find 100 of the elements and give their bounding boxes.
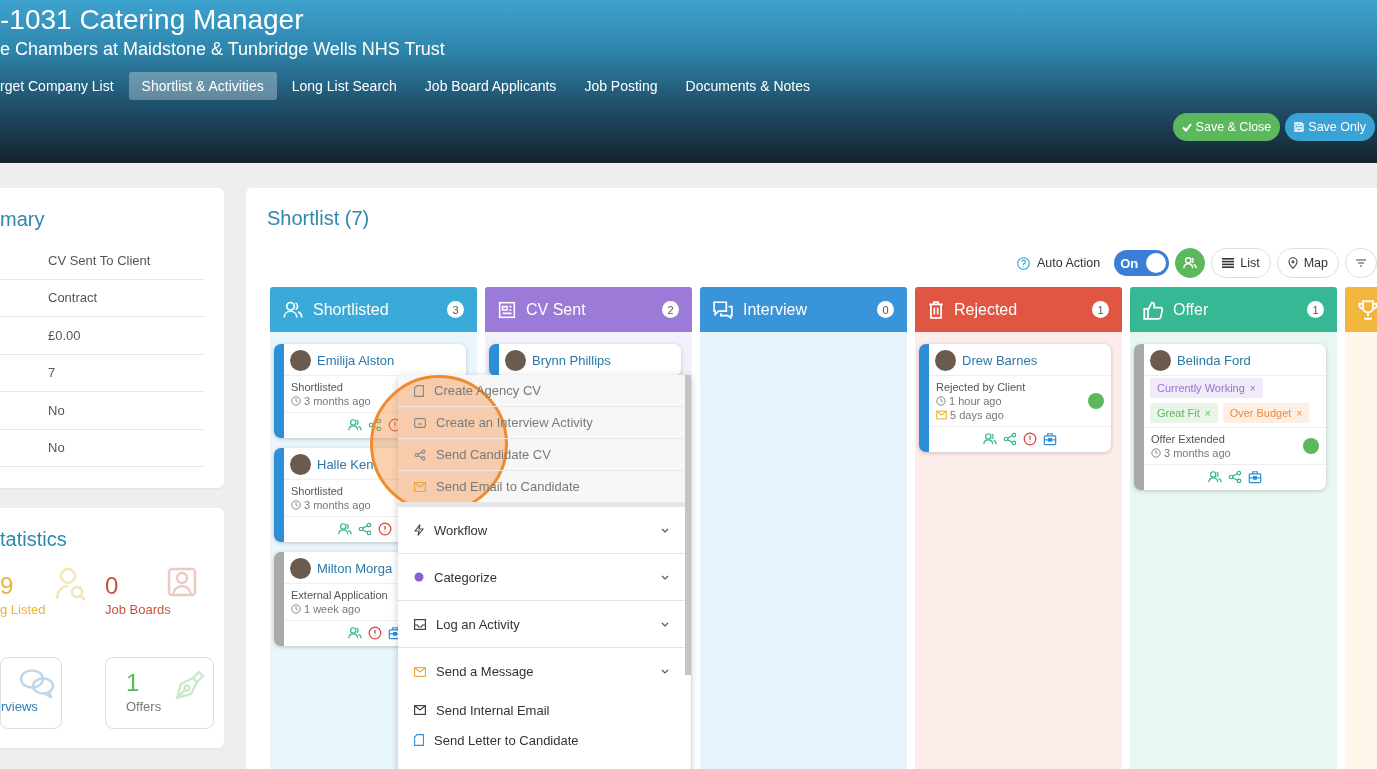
time-ago: 3 months ago bbox=[304, 395, 371, 407]
list-icon bbox=[1222, 258, 1235, 268]
candidate-name[interactable]: Belinda Ford bbox=[1177, 353, 1251, 368]
floppy-disk-icon bbox=[1294, 122, 1305, 132]
candidate-name[interactable]: Drew Barnes bbox=[962, 353, 1038, 368]
profile-card-icon bbox=[167, 567, 197, 599]
people-icon bbox=[1183, 256, 1198, 270]
document-icon bbox=[498, 300, 516, 319]
user-search-icon bbox=[55, 567, 87, 601]
nav-tab[interactable]: rget Company List bbox=[0, 72, 127, 100]
dot-icon bbox=[414, 572, 424, 582]
alert-icon[interactable] bbox=[368, 626, 382, 640]
filter-button[interactable] bbox=[1345, 248, 1377, 278]
time-ago: 1 week ago bbox=[304, 603, 361, 615]
clock-icon bbox=[291, 604, 301, 614]
clock-icon bbox=[291, 500, 301, 510]
alert-icon[interactable] bbox=[1023, 432, 1037, 446]
time-ago: 3 months ago bbox=[1164, 447, 1231, 459]
map-button[interactable]: Map bbox=[1276, 248, 1339, 278]
column-title: Rejected bbox=[954, 300, 1019, 319]
avatar bbox=[505, 350, 526, 371]
nav-tab[interactable]: Shortlist & Activities bbox=[128, 72, 277, 100]
nav-tab[interactable]: Long List Search bbox=[278, 72, 410, 100]
chevron-down-icon bbox=[661, 669, 669, 674]
nav-tab[interactable]: Job Posting bbox=[571, 72, 671, 100]
chat-bubbles-icon bbox=[19, 668, 55, 698]
document-icon bbox=[414, 384, 424, 397]
alert-icon[interactable] bbox=[378, 522, 392, 536]
avatar bbox=[1150, 350, 1171, 371]
candidate-name[interactable]: Halle Ken bbox=[317, 457, 374, 472]
avatar bbox=[935, 350, 956, 371]
candidate-card[interactable]: Belinda Ford Currently Working × Great Fit × Over Budget × Offer Extended 3 months ago bbox=[1134, 344, 1326, 490]
summary-value: No bbox=[48, 440, 65, 456]
nav-tab[interactable]: Job Board Applicants bbox=[411, 72, 570, 100]
trophy-icon bbox=[1358, 299, 1377, 320]
client-name: e Chambers at Maidstone & Tunbridge Wells NHS Trust bbox=[0, 38, 446, 61]
stat-tile[interactable]: rviews bbox=[0, 657, 62, 729]
board-title: Shortlist (7) bbox=[266, 206, 371, 231]
menu-section[interactable]: Categorize bbox=[398, 554, 685, 601]
map-pin-icon bbox=[1287, 257, 1298, 269]
share-icon[interactable] bbox=[1228, 470, 1242, 484]
tag: Over Budget × bbox=[1222, 403, 1310, 423]
share-icon[interactable] bbox=[358, 522, 372, 536]
people-icon[interactable] bbox=[1208, 470, 1222, 484]
auto-action-toggle[interactable]: On bbox=[1114, 250, 1170, 276]
candidate-name[interactable]: Brynn Phillips bbox=[532, 353, 611, 368]
trash-icon bbox=[928, 300, 944, 319]
stat-label: g Listed bbox=[0, 602, 46, 617]
summary-value: No bbox=[48, 402, 65, 418]
briefcase-icon[interactable] bbox=[1248, 470, 1262, 484]
calendar-icon bbox=[414, 417, 426, 428]
candidate-card[interactable]: Brynn Phillips bbox=[489, 344, 681, 376]
stat-count: 1 bbox=[126, 670, 140, 696]
thumbs-up-icon bbox=[1143, 299, 1163, 320]
nav-tab[interactable]: Documents & Notes bbox=[672, 72, 824, 100]
envelope-icon bbox=[414, 481, 426, 492]
clock-icon bbox=[1151, 448, 1161, 458]
avatar bbox=[290, 350, 311, 371]
status-text: Offer Extended bbox=[1151, 433, 1225, 445]
chevron-down-icon bbox=[661, 574, 669, 580]
chat-icon bbox=[713, 300, 733, 319]
avatar bbox=[290, 454, 311, 475]
summary-value: 7 bbox=[48, 365, 56, 381]
tag: Currently Working × bbox=[1150, 378, 1263, 398]
people-icon[interactable] bbox=[348, 626, 362, 640]
briefcase-icon[interactable] bbox=[1043, 432, 1057, 446]
envelope-icon bbox=[414, 666, 426, 677]
people-button[interactable] bbox=[1175, 248, 1206, 278]
stat-tile[interactable]: 1 Offers bbox=[105, 657, 214, 729]
panel-title: mary bbox=[0, 208, 46, 231]
auto-action-label: Auto Action bbox=[1037, 256, 1101, 270]
count-badge: 1 bbox=[1092, 301, 1109, 318]
help-icon[interactable] bbox=[1017, 256, 1030, 270]
share-icon[interactable] bbox=[368, 418, 382, 432]
people-icon[interactable] bbox=[338, 522, 352, 536]
count-badge: 2 bbox=[662, 301, 679, 318]
avatar bbox=[290, 558, 311, 579]
people-icon[interactable] bbox=[983, 432, 997, 446]
clock-icon bbox=[291, 396, 301, 406]
list-button[interactable]: List bbox=[1211, 248, 1271, 278]
candidate-name[interactable]: Milton Morga bbox=[317, 561, 393, 576]
lightning-icon bbox=[414, 524, 424, 536]
filter-icon bbox=[1356, 259, 1366, 267]
status-text: Rejected by Client bbox=[936, 381, 1026, 393]
share-icon[interactable] bbox=[1003, 432, 1017, 446]
check-icon bbox=[1181, 122, 1192, 132]
status-text: Shortlisted bbox=[291, 381, 343, 393]
chevron-down-icon bbox=[661, 527, 669, 533]
people-icon[interactable] bbox=[348, 418, 362, 432]
time-ago: 3 months ago bbox=[304, 499, 371, 511]
people-icon bbox=[283, 299, 303, 320]
panel-title: tatistics bbox=[0, 528, 68, 551]
envelope-icon bbox=[936, 410, 947, 420]
menu-section[interactable]: Log an Activity bbox=[398, 601, 685, 648]
stat-label: Offers bbox=[126, 699, 162, 714]
candidate-card[interactable]: Drew Barnes Rejected by Client 1 hour ago 5 days ago bbox=[919, 344, 1111, 452]
stat-label: Job Boards bbox=[105, 602, 171, 617]
menu-section[interactable]: Workflow bbox=[398, 507, 685, 554]
time-ago: 1 hour ago bbox=[949, 395, 1002, 407]
candidate-name[interactable]: Emilija Alston bbox=[317, 353, 395, 368]
